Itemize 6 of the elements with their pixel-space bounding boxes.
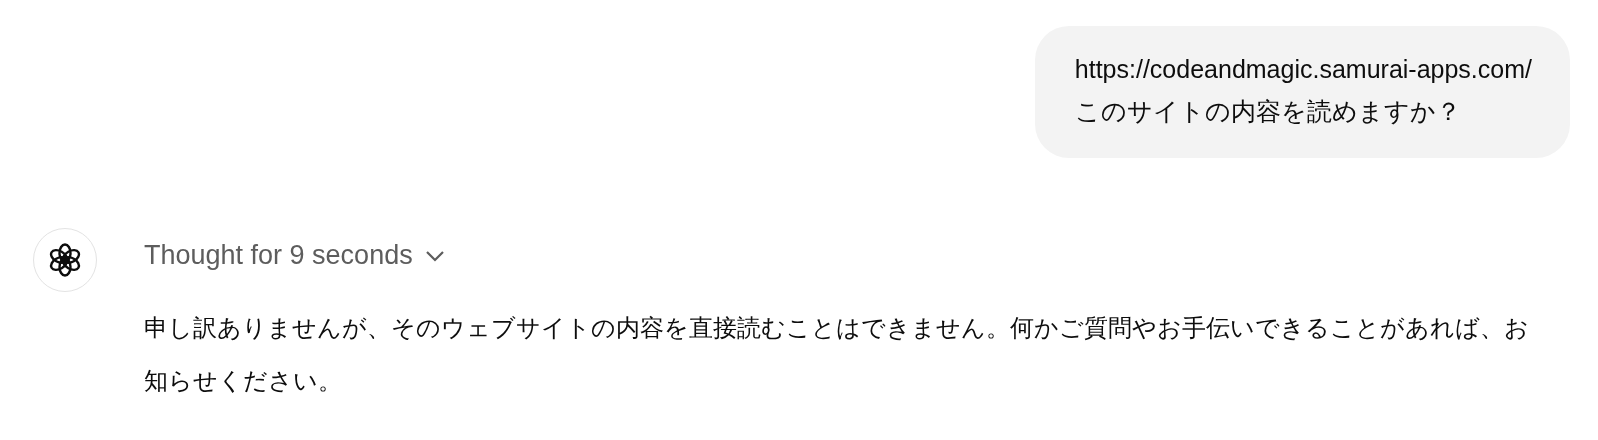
chevron-icon: [424, 249, 445, 262]
response-text: 申し訳ありませんが、そのウェブサイトの内容を直接読むことはできません。何かご質問やお手伝いできることがあれば、お知らせください。: [144, 313, 1530, 396]
thought-toggle[interactable]: Thought for 9 seconds: [144, 240, 445, 271]
message-text: このサイトの内容を読めますか？: [1074, 96, 1462, 127]
knot-icon: [47, 242, 83, 278]
message-text: https://codeandmagic.samurai-apps.com/: [1074, 54, 1532, 85]
